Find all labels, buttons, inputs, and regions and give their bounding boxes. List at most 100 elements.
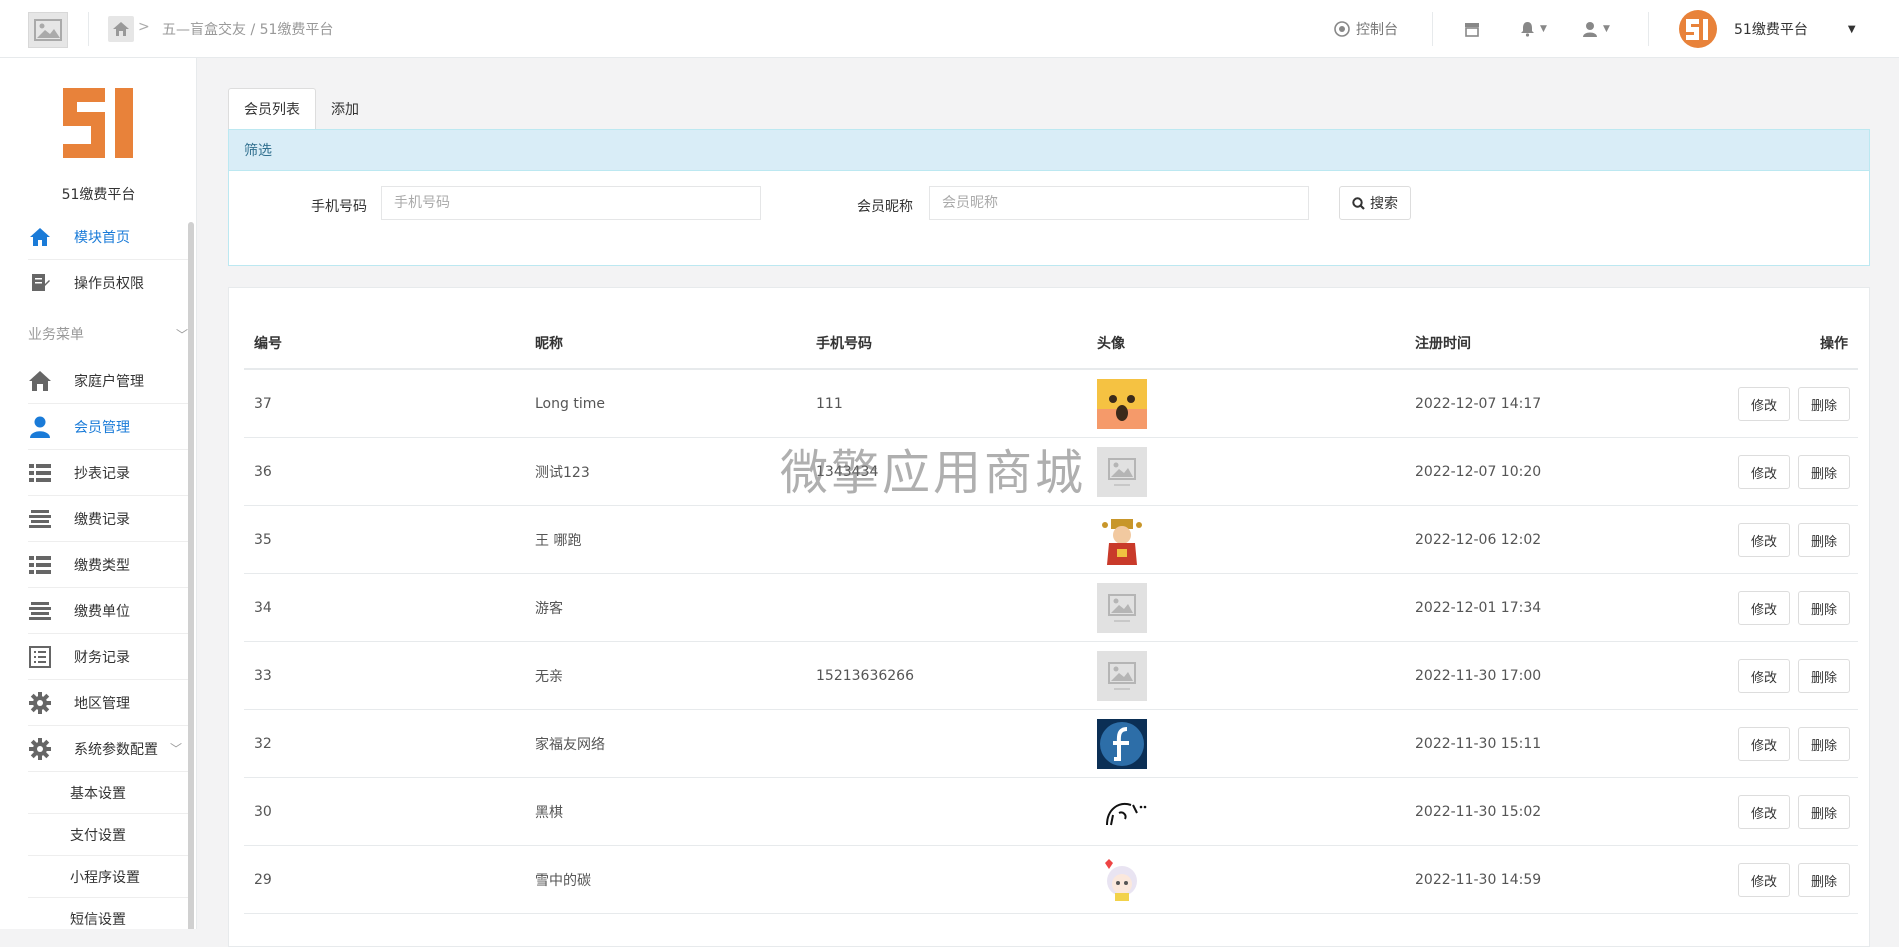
table-row: 34 游客 2022-12-01 17:34 修改 删除 xyxy=(244,574,1858,642)
bell-icon xyxy=(1521,22,1534,37)
cell-phone: 111 xyxy=(816,395,843,412)
search-icon xyxy=(1352,196,1365,210)
sidebar-item-label: 会员管理 xyxy=(74,419,130,436)
divider xyxy=(88,12,89,46)
delete-button[interactable]: 删除 xyxy=(1798,863,1850,897)
search-button[interactable]: 搜索 xyxy=(1339,186,1411,220)
sidebar-sub-miniprogram-settings[interactable]: 小程序设置 xyxy=(28,856,188,898)
user-menu-button[interactable]: ▼ xyxy=(1582,0,1610,58)
cell-reg-time: 2022-12-07 14:17 xyxy=(1415,395,1542,412)
sidebar-item-label: 缴费单位 xyxy=(74,603,130,620)
cell-phone: 15213636266 xyxy=(816,667,914,684)
avatar xyxy=(1097,854,1147,905)
col-id: 编号 xyxy=(254,336,282,352)
edit-button[interactable]: 修改 xyxy=(1738,863,1790,897)
table-row: 37 Long time 111 2022-12-07 14:17 修改 删除 xyxy=(244,370,1858,438)
cell-nickname: 游客 xyxy=(535,600,563,617)
phone-label: 手机号码 xyxy=(311,199,367,215)
sidebar-item-finance-records[interactable]: 财务记录 xyxy=(28,634,188,680)
delete-button[interactable]: 删除 xyxy=(1798,387,1850,421)
sidebar-item-operator-permissions[interactable]: 操作员权限 xyxy=(28,260,188,306)
cell-id: 37 xyxy=(254,395,272,412)
cell-reg-time: 2022-11-30 14:59 xyxy=(1415,871,1542,888)
account-dropdown[interactable]: 51缴费平台 ▼ xyxy=(1676,0,1856,58)
col-avatar: 头像 xyxy=(1097,336,1125,352)
gear-icon xyxy=(28,691,52,714)
cell-nickname: 家福友网络 xyxy=(535,736,605,753)
avatar xyxy=(1097,786,1147,837)
cell-avatar xyxy=(1097,710,1147,777)
sidebar-item-payment-units[interactable]: 缴费单位 xyxy=(28,588,188,634)
cell-avatar xyxy=(1097,370,1147,437)
sidebar-group-label: 业务菜单 xyxy=(28,327,84,343)
cell-reg-time: 2022-11-30 17:00 xyxy=(1415,667,1542,684)
delete-button[interactable]: 删除 xyxy=(1798,523,1850,557)
phone-input[interactable] xyxy=(381,186,761,220)
cell-avatar xyxy=(1097,506,1147,573)
app-logo-placeholder[interactable] xyxy=(28,12,68,48)
cell-id: 29 xyxy=(254,871,272,888)
sidebar-scrollbar[interactable] xyxy=(188,222,194,929)
store-button[interactable] xyxy=(1464,0,1480,58)
edit-button[interactable]: 修改 xyxy=(1738,455,1790,489)
cell-nickname: Long time xyxy=(535,395,605,412)
sidebar-item-label: 地区管理 xyxy=(74,695,130,712)
home-icon[interactable] xyxy=(108,16,134,42)
delete-button[interactable]: 删除 xyxy=(1798,591,1850,625)
cell-avatar xyxy=(1097,574,1147,641)
sidebar-item-region[interactable]: 地区管理 xyxy=(28,680,188,726)
sidebar-item-label: 缴费记录 xyxy=(74,511,130,528)
sidebar-item-household[interactable]: 家庭户管理 xyxy=(28,358,188,404)
delete-button[interactable]: 删除 xyxy=(1798,795,1850,829)
edit-doc-icon xyxy=(28,272,52,294)
avatar xyxy=(1097,514,1147,565)
nickname-input[interactable] xyxy=(929,186,1309,220)
edit-button[interactable]: 修改 xyxy=(1738,659,1790,693)
edit-button[interactable]: 修改 xyxy=(1738,795,1790,829)
avatar xyxy=(1097,446,1147,497)
tab-member-list[interactable]: 会员列表 xyxy=(228,88,316,130)
sidebar-item-home[interactable]: 模块首页 xyxy=(28,214,188,260)
cell-avatar xyxy=(1097,438,1147,505)
sidebar-item-payment-records[interactable]: 缴费记录 xyxy=(28,496,188,542)
edit-button[interactable]: 修改 xyxy=(1738,523,1790,557)
user-icon xyxy=(1583,22,1597,37)
caret-down-icon: ▼ xyxy=(1603,24,1610,34)
chevron-down-icon: ﹀ xyxy=(175,327,188,342)
sidebar-sub-sms-settings[interactable]: 短信设置 xyxy=(28,898,188,929)
sidebar-item-payment-types[interactable]: 缴费类型 xyxy=(28,542,188,588)
table-row: 30 黑棋 2022-11-30 15:02 修改 删除 xyxy=(244,778,1858,846)
cell-id: 35 xyxy=(254,531,272,548)
col-phone: 手机号码 xyxy=(816,336,872,352)
cell-id: 34 xyxy=(254,599,272,616)
cell-reg-time: 2022-12-01 17:34 xyxy=(1415,599,1542,616)
sidebar: 51缴费平台 模块首页 操作员权限 业务菜单 ﹀ 家庭户管理 会员管理 抄表记录… xyxy=(0,58,197,929)
edit-button[interactable]: 修改 xyxy=(1738,387,1790,421)
watermark: 微擎应用商城 xyxy=(780,445,1087,501)
delete-button[interactable]: 删除 xyxy=(1798,659,1850,693)
tab-bar: 会员列表 添加 xyxy=(228,88,374,130)
ledger-icon xyxy=(28,645,52,668)
delete-button[interactable]: 删除 xyxy=(1798,455,1850,489)
cell-nickname: 黑棋 xyxy=(535,804,563,821)
tab-add[interactable]: 添加 xyxy=(316,88,374,130)
sidebar-group-business[interactable]: 业务菜单 ﹀ xyxy=(28,314,188,354)
sidebar-item-system-config[interactable]: 系统参数配置 ﹀ xyxy=(28,726,188,772)
avatar xyxy=(1097,378,1147,429)
sidebar-item-members[interactable]: 会员管理 xyxy=(28,404,188,450)
sidebar-sub-payment-settings[interactable]: 支付设置 xyxy=(28,814,188,856)
cell-reg-time: 2022-12-07 10:20 xyxy=(1415,463,1542,480)
cell-nickname: 王 哪跑 xyxy=(535,532,582,549)
edit-button[interactable]: 修改 xyxy=(1738,591,1790,625)
cell-avatar xyxy=(1097,778,1147,845)
notifications-button[interactable]: ▼ xyxy=(1520,0,1547,58)
sidebar-sub-basic-settings[interactable]: 基本设置 xyxy=(28,772,188,814)
nickname-label: 会员昵称 xyxy=(857,199,913,215)
cell-id: 36 xyxy=(254,463,272,480)
edit-button[interactable]: 修改 xyxy=(1738,727,1790,761)
console-link[interactable]: 控制台 xyxy=(1334,0,1398,58)
sidebar-item-meter-records[interactable]: 抄表记录 xyxy=(28,450,188,496)
delete-button[interactable]: 删除 xyxy=(1798,727,1850,761)
align-icon xyxy=(28,600,52,622)
avatar xyxy=(1097,718,1147,769)
